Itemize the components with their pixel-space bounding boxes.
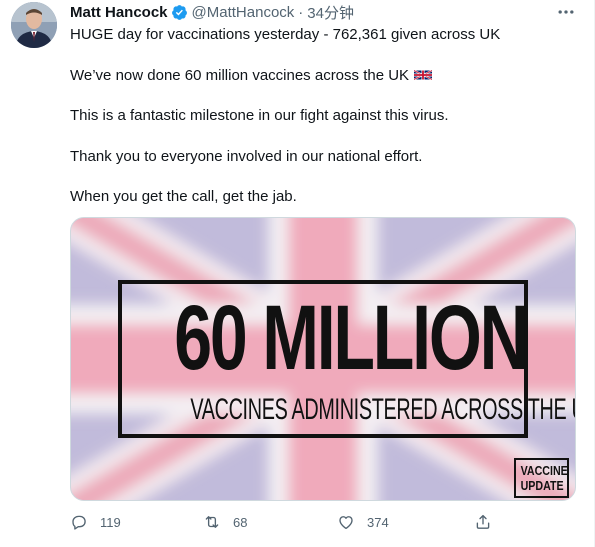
tweet-line-with-emoji: We’ve now done 60 million vaccines acros… [70, 66, 433, 86]
tweet-media-image[interactable]: 60 MILLION VACCINES ADMINISTERED ACROSS … [70, 217, 576, 501]
verified-badge-icon [171, 4, 187, 20]
uk-flag-icon [414, 69, 433, 81]
tweet[interactable]: Matt Hancock @MattHancock · 34分钟 HUGE da… [0, 0, 595, 547]
separator-dot: · [298, 3, 304, 21]
headline-frame: 60 MILLION VACCINES ADMINISTERED ACROSS … [118, 280, 576, 438]
share-button[interactable] [474, 513, 504, 531]
retweet-icon [205, 516, 219, 528]
reply-button[interactable]: 119 [70, 513, 121, 531]
media-headline: 60 MILLION [174, 287, 528, 389]
tweet-line: This is a fantastic milestone in our fig… [70, 107, 449, 124]
tweet-line: Thank you to everyone involved in our na… [70, 148, 423, 165]
tweet-line: When you get the call, get the jab. [70, 188, 297, 205]
vaccine-update-badge: VACCINE UPDATE [514, 458, 569, 498]
media-subline: VACCINES ADMINISTERED ACROSS THE UK [190, 393, 576, 426]
retweet-button[interactable]: 68 [203, 513, 247, 531]
avatar[interactable] [11, 2, 57, 48]
reply-count: 119 [100, 514, 121, 530]
share-icon [476, 514, 490, 529]
badge-line: UPDATE [520, 478, 564, 493]
author-handle[interactable]: @MattHancock [192, 4, 295, 21]
reply-icon [72, 515, 86, 530]
tweet-actions: 119 68 374 [70, 513, 500, 535]
tweet-line: HUGE day for vaccinations yesterday - 76… [70, 26, 501, 43]
heart-icon [339, 516, 353, 530]
more-options-icon[interactable] [556, 2, 576, 22]
like-count: 374 [367, 514, 389, 530]
like-button[interactable]: 374 [337, 513, 389, 531]
avatar-image [11, 2, 57, 48]
retweet-count: 68 [233, 514, 248, 530]
tweet-header: Matt Hancock @MattHancock · 34分钟 [70, 2, 354, 22]
badge-line: VACCINE [520, 463, 568, 478]
tweet-line: We’ve now done 60 million vaccines acros… [70, 67, 410, 84]
tweet-timestamp[interactable]: 34分钟 [307, 2, 354, 23]
author-name[interactable]: Matt Hancock [70, 4, 168, 21]
